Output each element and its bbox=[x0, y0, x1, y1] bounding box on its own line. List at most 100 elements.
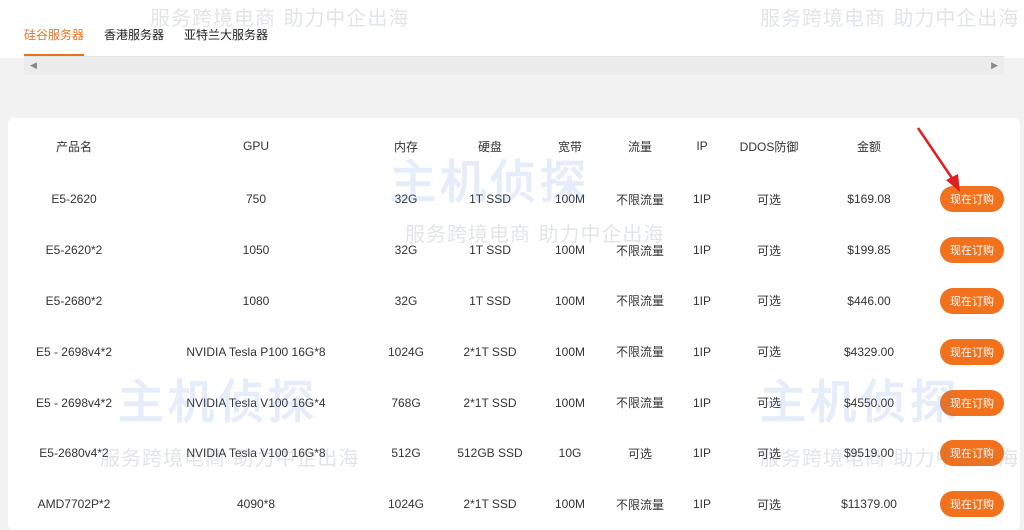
cell-price: $169.08 bbox=[847, 192, 891, 207]
cell-price: $4329.00 bbox=[843, 344, 895, 359]
cell-ddos: 可选 bbox=[756, 294, 781, 309]
cell-ddos: 可选 bbox=[756, 446, 781, 461]
cell-gpu: 1080 bbox=[242, 293, 270, 308]
header-traffic: 流量 bbox=[627, 139, 652, 154]
horizontal-scrollbar[interactable]: ◀ ▶ bbox=[24, 56, 1004, 75]
cell-traffic: 不限流量 bbox=[615, 192, 664, 207]
cell-disk: 1T SSD bbox=[469, 293, 511, 308]
table-header-row: 产品名 GPU 内存 硬盘 宽带 流量 IP DDOS防御 金额 bbox=[8, 118, 1020, 174]
cell-ip: 1IP bbox=[692, 293, 711, 308]
header-bandwidth: 宽带 bbox=[557, 139, 582, 154]
cell-ddos: 可选 bbox=[756, 192, 781, 207]
order-now-button[interactable]: 现在订购 bbox=[940, 338, 1004, 365]
order-now-button[interactable]: 现在订购 bbox=[940, 491, 1004, 518]
cell-disk: 512GB SSD bbox=[457, 446, 523, 461]
header-gpu: GPU bbox=[242, 139, 269, 153]
cell-product-name: E5-2620 bbox=[51, 192, 97, 207]
cell-action: 现在订购 bbox=[924, 225, 1020, 276]
order-now-button[interactable]: 现在订购 bbox=[940, 237, 1004, 264]
cell-price: $4550.00 bbox=[843, 395, 895, 410]
region-tabs: 硅谷服务器 香港服务器 亚特兰大服务器 bbox=[24, 26, 268, 58]
cell-bandwidth: 100M bbox=[554, 293, 586, 308]
cell-product-name: E5 - 2698v4*2 bbox=[35, 344, 113, 359]
cell-memory: 512G bbox=[391, 446, 421, 461]
cell-bandwidth: 100M bbox=[554, 395, 586, 410]
cell-ddos: 可选 bbox=[756, 345, 781, 360]
cell-product-name: E5-2680v4*2 bbox=[39, 446, 109, 461]
header-action bbox=[924, 118, 1020, 174]
cell-action: 现在订购 bbox=[924, 326, 1020, 377]
cell-product-name: E5-2620*2 bbox=[45, 243, 103, 258]
tab-silicon-valley[interactable]: 硅谷服务器 bbox=[24, 26, 85, 58]
cell-product-name: AMD7702P*2 bbox=[37, 497, 111, 512]
cell-action: 现在订购 bbox=[924, 479, 1020, 530]
cell-traffic: 不限流量 bbox=[615, 396, 664, 411]
table-row: E5-2620 750 32G 1T SSD 100M 不限流量 1IP 可选 $169.08 现… bbox=[8, 174, 1020, 225]
cell-bandwidth: 100M bbox=[554, 497, 586, 512]
cell-disk: 1T SSD bbox=[469, 192, 511, 207]
table-row: E5-2620*2 1050 32G 1T SSD 100M 不限流量 1IP 可选 $199.… bbox=[8, 225, 1020, 276]
cell-bandwidth: 100M bbox=[554, 344, 586, 359]
cell-memory: 1024G bbox=[387, 497, 425, 512]
cell-product-name: E5 - 2698v4*2 bbox=[35, 395, 113, 410]
cell-memory: 32G bbox=[394, 293, 418, 308]
order-now-button[interactable]: 现在订购 bbox=[940, 186, 1004, 213]
cell-price: $9519.00 bbox=[843, 446, 895, 461]
cell-ddos: 可选 bbox=[756, 243, 781, 258]
tab-atlanta[interactable]: 亚特兰大服务器 bbox=[184, 26, 268, 58]
table-row: E5 - 2698v4*2 NVIDIA Tesla P100 16G*8 1024… bbox=[8, 326, 1020, 377]
order-now-button[interactable]: 现在订购 bbox=[940, 287, 1004, 314]
header-ddos: DDOS防御 bbox=[739, 139, 799, 154]
order-now-button[interactable]: 现在订购 bbox=[940, 389, 1004, 416]
product-table-card: 产品名 GPU 内存 硬盘 宽带 流量 IP DDOS防御 金额 E5-2620… bbox=[8, 118, 1020, 530]
cell-ip: 1IP bbox=[692, 395, 711, 410]
cell-memory: 1024G bbox=[387, 344, 425, 359]
header-price: 金额 bbox=[856, 139, 881, 154]
cell-disk: 2*1T SSD bbox=[463, 395, 517, 410]
header-memory: 内存 bbox=[393, 139, 418, 154]
cell-bandwidth: 100M bbox=[554, 243, 586, 258]
table-row: E5 - 2698v4*2 NVIDIA Tesla V100 16G*4 768G… bbox=[8, 377, 1020, 428]
cell-bandwidth: 10G bbox=[558, 446, 582, 461]
cell-gpu: NVIDIA Tesla V100 16G*8 bbox=[186, 446, 326, 461]
cell-gpu: 4090*8 bbox=[236, 497, 276, 512]
cell-ip: 1IP bbox=[692, 446, 711, 461]
cell-price: $446.00 bbox=[847, 293, 891, 308]
cell-price: $199.85 bbox=[847, 243, 891, 258]
cell-price: $11379.00 bbox=[841, 497, 897, 512]
cell-gpu: NVIDIA Tesla P100 16G*8 bbox=[186, 344, 326, 359]
server-price-table: 产品名 GPU 内存 硬盘 宽带 流量 IP DDOS防御 金额 E5-2620… bbox=[8, 118, 1020, 530]
cell-bandwidth: 100M bbox=[554, 192, 586, 207]
cell-gpu: 750 bbox=[245, 192, 267, 207]
cell-action: 现在订购 bbox=[924, 377, 1020, 428]
cell-action: 现在订购 bbox=[924, 174, 1020, 225]
header-disk: 硬盘 bbox=[477, 139, 502, 154]
table-row: E5-2680v4*2 NVIDIA Tesla V100 16G*8 512G 51… bbox=[8, 428, 1020, 479]
header-product-name: 产品名 bbox=[55, 139, 92, 154]
cell-memory: 32G bbox=[394, 192, 418, 207]
cell-disk: 2*1T SSD bbox=[463, 344, 517, 359]
scroll-right-icon[interactable]: ▶ bbox=[991, 60, 998, 71]
cell-gpu: 1050 bbox=[242, 243, 270, 258]
tab-hong-kong[interactable]: 香港服务器 bbox=[104, 26, 164, 58]
cell-disk: 2*1T SSD bbox=[463, 497, 517, 512]
cell-ddos: 可选 bbox=[756, 396, 781, 411]
cell-traffic: 可选 bbox=[627, 446, 652, 461]
cell-ip: 1IP bbox=[692, 497, 711, 512]
cell-traffic: 不限流量 bbox=[615, 243, 664, 258]
cell-memory: 768G bbox=[391, 395, 421, 410]
cell-disk: 1T SSD bbox=[469, 243, 511, 258]
order-now-button[interactable]: 现在订购 bbox=[940, 440, 1004, 467]
cell-ip: 1IP bbox=[692, 243, 711, 258]
cell-ip: 1IP bbox=[692, 344, 711, 359]
cell-gpu: NVIDIA Tesla V100 16G*4 bbox=[186, 395, 326, 410]
scroll-left-icon[interactable]: ◀ bbox=[30, 60, 37, 71]
table-row: E5-2680*2 1080 32G 1T SSD 100M 不限流量 1IP 可选 $446.… bbox=[8, 276, 1020, 327]
cell-product-name: E5-2680*2 bbox=[45, 293, 103, 308]
table-row: AMD7702P*2 4090*8 1024G 2*1T SSD 100M 不限流量 1IP… bbox=[8, 479, 1020, 530]
cell-ddos: 可选 bbox=[756, 497, 781, 512]
cell-traffic: 不限流量 bbox=[615, 294, 664, 309]
cell-action: 现在订购 bbox=[924, 428, 1020, 479]
header-ip: IP bbox=[696, 139, 708, 153]
cell-traffic: 不限流量 bbox=[615, 497, 664, 512]
